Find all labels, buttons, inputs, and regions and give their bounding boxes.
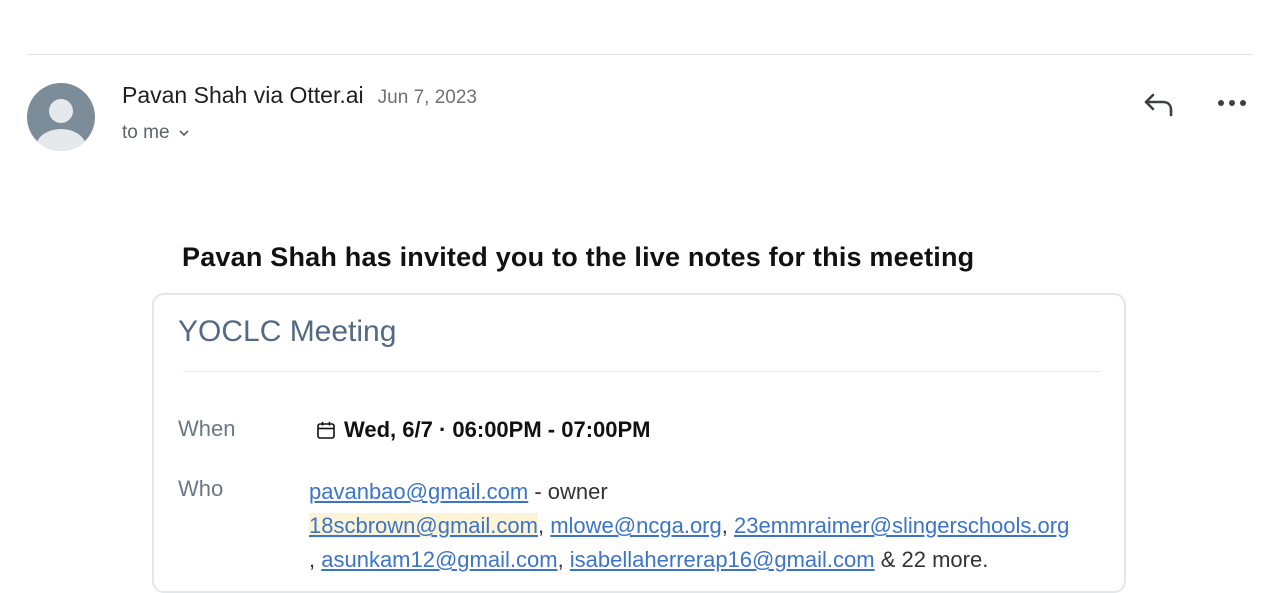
more-options-icon xyxy=(1218,100,1246,106)
chevron-down-icon[interactable] xyxy=(178,129,190,137)
card-divider xyxy=(183,371,1100,372)
meeting-card: YOCLC Meeting When Wed, 6/7 · 06:00PM - … xyxy=(152,293,1126,593)
who-label: Who xyxy=(178,476,224,501)
when-label: When xyxy=(178,416,236,441)
invite-heading: Pavan Shah has invited you to the live n… xyxy=(182,242,975,272)
email-date: Jun 7, 2023 xyxy=(377,87,477,108)
participant-email-link[interactable]: 23emmraimer@slingerschools.org xyxy=(734,513,1069,538)
participant-email-link[interactable]: 18scbrown@gmail.com xyxy=(309,513,538,538)
recipient-details-toggle[interactable]: to me xyxy=(122,122,190,144)
participant-separator: , xyxy=(721,513,734,538)
calendar-icon xyxy=(316,420,336,440)
meeting-time-text: Wed, 6/7 · 06:00PM - 07:00PM xyxy=(344,417,651,442)
participant-email-link[interactable]: asunkam12@gmail.com xyxy=(321,547,557,572)
participant-separator: , xyxy=(557,547,570,572)
participant-email-link[interactable]: isabellaherrerap16@gmail.com xyxy=(570,547,875,572)
sender-line: Pavan Shah via Otter.ai Jun 7, 2023 xyxy=(122,82,477,109)
sender-name[interactable]: Pavan Shah via Otter.ai xyxy=(122,82,364,109)
participant-separator: , xyxy=(537,513,551,538)
reply-button[interactable] xyxy=(1138,86,1178,122)
more-options-button[interactable] xyxy=(1212,88,1252,118)
more-participants: & 22 more. xyxy=(874,547,989,572)
owner-email-link[interactable]: pavanbao@gmail.com xyxy=(309,479,528,504)
owner-line: pavanbao@gmail.com - owner xyxy=(309,475,1069,509)
participant-email-link[interactable]: mlowe@ncga.org xyxy=(550,513,722,538)
participants-list: pavanbao@gmail.com - owner 18scbrown@gma… xyxy=(309,475,1069,577)
participants-line-1: 18scbrown@gmail.com, mlowe@ncga.org, 23e… xyxy=(309,509,1069,543)
header-divider xyxy=(27,54,1253,55)
participant-separator: , xyxy=(309,547,322,572)
recipient-label: to me xyxy=(122,122,170,143)
reply-icon xyxy=(1144,93,1173,117)
avatar[interactable] xyxy=(27,83,95,151)
meeting-title: YOCLC Meeting xyxy=(178,315,397,348)
meeting-time: Wed, 6/7 · 06:00PM - 07:00PM xyxy=(316,417,651,443)
owner-suffix: - owner xyxy=(528,479,608,504)
person-icon xyxy=(36,99,86,151)
